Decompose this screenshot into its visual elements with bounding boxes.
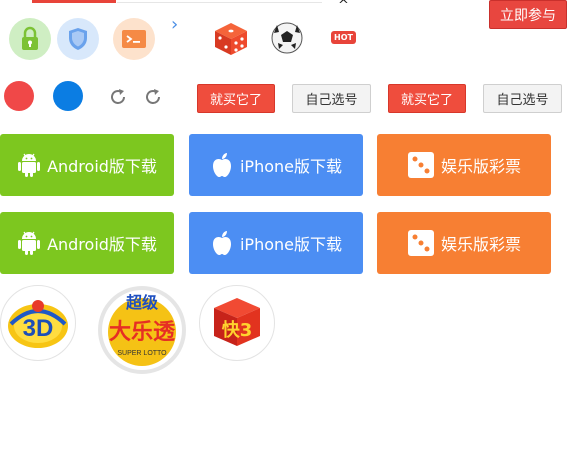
refresh-icon[interactable]	[144, 88, 162, 110]
apple-icon	[212, 231, 231, 255]
dice-icon	[407, 230, 434, 256]
3d-logo-text: 3D	[23, 315, 54, 342]
fun-lottery-button[interactable]: 娱乐版彩票	[377, 134, 551, 196]
caret-up-icon[interactable]: ^	[338, 0, 349, 13]
terminal-icon[interactable]	[113, 18, 155, 60]
android-icon	[18, 231, 41, 255]
iphone-download-button[interactable]: iPhone版下载	[189, 134, 363, 196]
android-download-label: Android版下载	[47, 157, 157, 176]
android-download-button[interactable]: Android版下载	[0, 212, 174, 274]
top-divider	[117, 2, 322, 3]
k3-lottery-logo[interactable]: 快3	[199, 285, 275, 361]
super-lotto-top-text: 超级	[125, 293, 159, 312]
android-icon	[18, 153, 41, 177]
iphone-download-label: iPhone版下载	[239, 235, 342, 254]
buy-it-button[interactable]: 就买它了	[388, 84, 466, 113]
android-download-label: Android版下载	[47, 235, 157, 254]
apple-icon	[212, 153, 231, 177]
hot-badge: HOT	[331, 31, 356, 44]
dice-icon[interactable]	[212, 21, 250, 61]
iphone-download-button[interactable]: iPhone版下载	[189, 212, 363, 274]
3d-lottery-logo[interactable]: 3D	[0, 285, 76, 361]
super-lotto-main-text: 大乐透	[109, 320, 176, 345]
android-download-button[interactable]: Android版下载	[0, 134, 174, 196]
pick-own-numbers-button[interactable]: 自己选号	[483, 84, 562, 113]
football-icon[interactable]	[270, 21, 304, 59]
shield-icon[interactable]	[57, 18, 99, 60]
super-lotto-sub-text: SUPER LOTTO	[117, 350, 167, 357]
join-now-button[interactable]: 立即参与	[489, 0, 567, 29]
super-lotto-logo[interactable]: 超级 大乐透 SUPER LOTTO	[96, 285, 188, 375]
fun-lottery-label: 娱乐版彩票	[440, 235, 521, 254]
top-accent-bar	[32, 0, 116, 3]
blue-color-dot[interactable]	[53, 81, 83, 111]
refresh-icon[interactable]	[109, 88, 127, 110]
fun-lottery-button[interactable]: 娱乐版彩票	[377, 212, 551, 274]
dice-icon	[407, 152, 434, 178]
lock-icon[interactable]	[9, 18, 51, 60]
iphone-download-label: iPhone版下载	[239, 157, 342, 176]
chevron-right-icon[interactable]: ›	[171, 14, 178, 35]
fun-lottery-label: 娱乐版彩票	[440, 157, 521, 176]
red-color-dot[interactable]	[4, 81, 34, 111]
buy-it-button[interactable]: 就买它了	[197, 84, 275, 113]
k3-logo-text: 快3	[222, 319, 253, 341]
pick-own-numbers-button[interactable]: 自己选号	[292, 84, 371, 113]
